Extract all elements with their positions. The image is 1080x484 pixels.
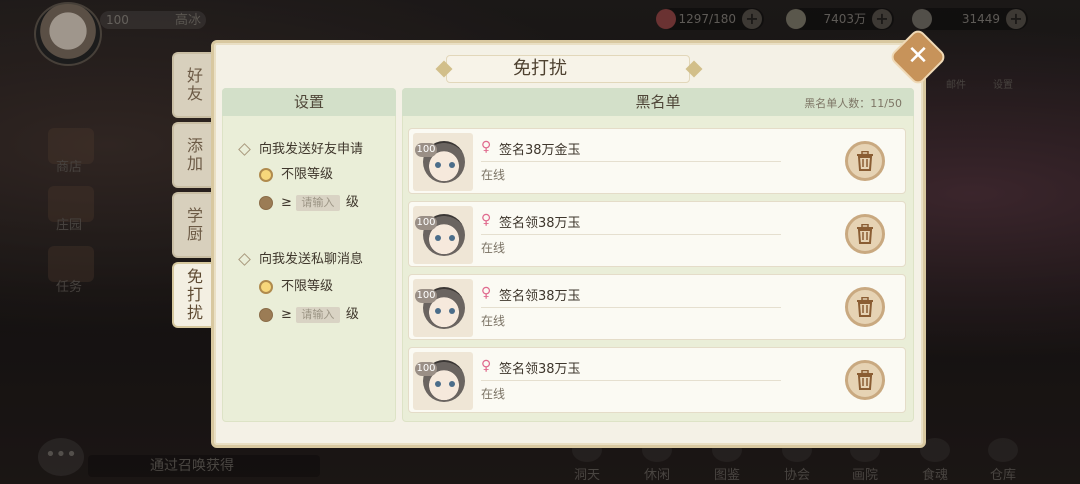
blacklist-row: 100 ♀ 签名领38万玉 在线 bbox=[408, 274, 906, 340]
player-name: 签名38万金玉 bbox=[499, 143, 581, 158]
private-message-min-level[interactable]: ≥ 请输入级 bbox=[259, 306, 359, 324]
friend-request-any-level[interactable]: 不限等级 bbox=[259, 166, 333, 184]
private-message-any-level[interactable]: 不限等级 bbox=[259, 278, 333, 296]
remove-button[interactable] bbox=[845, 287, 885, 327]
player-name: 签名领38万玉 bbox=[499, 362, 581, 377]
female-icon: ♀ bbox=[481, 285, 492, 301]
female-icon: ♀ bbox=[481, 139, 492, 155]
divider bbox=[481, 234, 781, 235]
level-badge: 100 bbox=[415, 289, 437, 303]
radio-selected-icon[interactable] bbox=[259, 167, 273, 182]
radio-unselected-icon[interactable] bbox=[259, 195, 273, 210]
blacklist-row: 100 ♀ 签名38万金玉 在线 bbox=[408, 128, 906, 194]
trash-icon bbox=[857, 151, 873, 171]
online-status: 在线 bbox=[481, 314, 506, 328]
blacklist-row: 100 ♀ 签名领38万玉 在线 bbox=[408, 347, 906, 413]
avatar[interactable] bbox=[413, 279, 473, 337]
divider bbox=[481, 380, 781, 381]
divider bbox=[481, 307, 781, 308]
trash-icon bbox=[857, 370, 873, 390]
avatar[interactable] bbox=[413, 352, 473, 410]
female-icon: ♀ bbox=[481, 212, 492, 228]
avatar[interactable] bbox=[413, 133, 473, 191]
online-status: 在线 bbox=[481, 168, 506, 182]
trash-icon bbox=[857, 297, 873, 317]
level-badge: 100 bbox=[415, 143, 437, 157]
player-name: 签名领38万玉 bbox=[499, 289, 581, 304]
avatar[interactable] bbox=[413, 206, 473, 264]
remove-button[interactable] bbox=[845, 214, 885, 254]
radio-selected-icon[interactable] bbox=[259, 279, 273, 294]
female-icon: ♀ bbox=[481, 358, 492, 374]
tab-cooking[interactable]: 学厨 bbox=[172, 192, 212, 258]
level-badge: 100 bbox=[415, 362, 437, 376]
private-message-section: 向我发送私聊消息 bbox=[238, 248, 363, 267]
divider bbox=[481, 161, 781, 162]
radio-unselected-icon[interactable] bbox=[259, 307, 273, 322]
remove-button[interactable] bbox=[845, 360, 885, 400]
diamond-icon bbox=[238, 143, 251, 156]
settings-header: 设置 bbox=[222, 88, 396, 116]
remove-button[interactable] bbox=[845, 141, 885, 181]
tab-add[interactable]: 添加 bbox=[172, 122, 212, 188]
friend-request-section: 向我发送好友申请 bbox=[238, 138, 363, 157]
message-level-input[interactable]: 请输入 bbox=[295, 306, 340, 323]
online-status: 在线 bbox=[481, 241, 506, 255]
close-icon[interactable]: ✕ bbox=[897, 36, 939, 78]
player-name: 签名领38万玉 bbox=[499, 216, 581, 231]
trash-icon bbox=[857, 224, 873, 244]
level-badge: 100 bbox=[415, 216, 437, 230]
friend-request-min-level[interactable]: ≥ 请输入级 bbox=[259, 194, 359, 212]
diamond-icon bbox=[238, 253, 251, 266]
friend-level-input[interactable]: 请输入 bbox=[295, 194, 340, 211]
online-status: 在线 bbox=[481, 387, 506, 401]
blacklist-count: 黑名单人数：11/50 bbox=[804, 97, 902, 110]
blacklist-row: 100 ♀ 签名领38万玉 在线 bbox=[408, 201, 906, 267]
tab-do-not-disturb[interactable]: 免打扰 bbox=[172, 262, 212, 328]
